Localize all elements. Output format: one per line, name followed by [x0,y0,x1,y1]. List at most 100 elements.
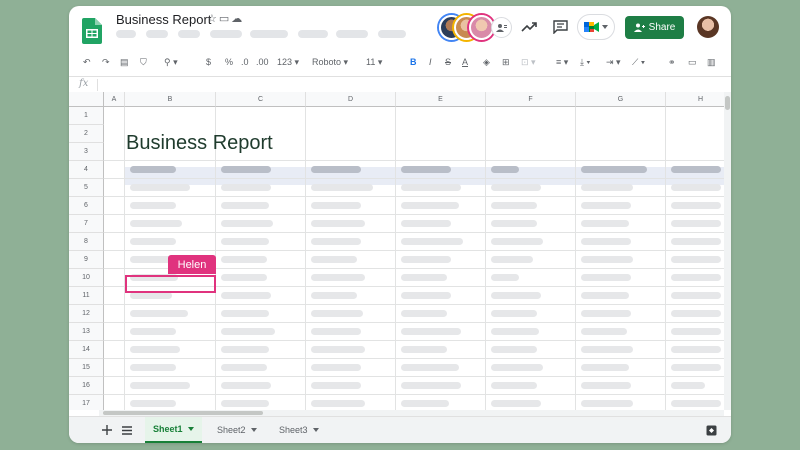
cell-placeholder [581,256,633,263]
decrease-decimal-button[interactable]: .0 [241,57,249,67]
row-header-15[interactable]: 15 [69,359,104,377]
menu-item[interactable] [116,30,136,38]
horizontal-align-icon[interactable]: ≡ ▾ [556,57,568,68]
text-color-button[interactable]: A [462,57,468,67]
row-header-14[interactable]: 14 [69,341,104,359]
insert-chart-icon[interactable]: ▥ [707,57,716,68]
cell-placeholder [221,274,267,281]
select-all-corner[interactable] [69,92,104,107]
cell-placeholder [221,256,267,263]
column-header-a[interactable]: A [104,92,125,107]
row-header-2[interactable]: 2 [69,125,104,143]
account-avatar[interactable] [697,16,719,38]
activity-trend-icon[interactable] [519,17,539,37]
menu-item[interactable] [250,30,288,38]
column-header-c[interactable]: C [216,92,306,107]
text-rotation-icon[interactable]: ⟋ ▾ [632,57,645,68]
chevron-down-icon[interactable] [312,428,319,432]
row-header-1[interactable]: 1 [69,107,104,125]
insert-comment-icon[interactable]: ▭ [688,57,697,68]
italic-button[interactable]: I [429,57,432,67]
cell-placeholder [401,400,449,407]
row-header-6[interactable]: 6 [69,197,104,215]
sheet-tab[interactable]: Sheet2 [209,417,265,443]
redo-icon[interactable]: ↷ [102,57,110,68]
font-size-select[interactable]: 11 ▾ [366,57,382,68]
sheet-tab-label: Sheet2 [217,425,246,435]
merge-cells-icon[interactable]: ⊡ ▾ [521,57,536,68]
cell-placeholder [311,310,363,317]
meet-button[interactable] [577,14,615,40]
percent-button[interactable]: % [225,57,233,67]
menu-item[interactable] [146,30,168,38]
row-header-8[interactable]: 8 [69,233,104,251]
grid-row-line [104,160,724,161]
row-header-5[interactable]: 5 [69,179,104,197]
row-header-10[interactable]: 10 [69,269,104,287]
row-header-16[interactable]: 16 [69,377,104,395]
vertical-scrollbar[interactable] [724,92,731,410]
bold-button[interactable]: B [410,57,417,67]
sheet-tab[interactable]: Sheet3 [271,417,327,443]
column-header-d[interactable]: D [306,92,396,107]
cell-placeholder [491,382,537,389]
sheet-tab-label: Sheet1 [153,424,183,434]
sheets-logo-icon[interactable] [82,18,102,44]
column-header-g[interactable]: G [576,92,666,107]
cloud-saved-icon[interactable]: ☁ [231,13,244,25]
fill-color-icon[interactable]: ◈ [483,57,490,68]
undo-icon[interactable]: ↶ [83,57,91,68]
column-header-b[interactable]: B [125,92,216,107]
horizontal-scroll-thumb[interactable] [103,411,263,415]
vertical-scroll-thumb[interactable] [725,96,730,110]
increase-decimal-button[interactable]: .00 [256,57,269,67]
menu-item[interactable] [298,30,328,38]
grid-column-line [485,107,486,410]
menu-item[interactable] [378,30,406,38]
column-header-f[interactable]: F [486,92,576,107]
row-header-3[interactable]: 3 [69,143,104,161]
number-format-button[interactable]: 123 ▾ [277,57,299,68]
comments-icon[interactable] [550,17,570,37]
paint-format-icon[interactable]: ⛉ [140,57,147,68]
spreadsheet-grid[interactable]: A B C D E F G H 1 2 3 4 5 6 7 8 9 10 11 12 13 14 15 16 17 Busines… [69,92,724,410]
move-to-folder-icon[interactable]: ▭ [219,13,231,25]
chevron-down-icon[interactable] [250,428,257,432]
column-header-h[interactable]: H [666,92,724,107]
sheet-title-cell[interactable]: Business Report [126,132,273,155]
row-header-4[interactable]: 4 [69,161,104,179]
text-wrap-icon[interactable]: ⇥ ▾ [606,57,621,68]
currency-button[interactable]: $ [206,57,211,67]
menu-item[interactable] [178,30,200,38]
cell-placeholder [671,346,721,353]
sheet-tab[interactable]: Sheet1 [145,417,202,443]
row-header-17[interactable]: 17 [69,395,104,410]
zoom-icon[interactable]: ⚲ ▾ [164,57,178,68]
row-header-13[interactable]: 13 [69,323,104,341]
add-sheet-icon[interactable] [99,422,115,438]
share-button[interactable]: Share [625,16,684,39]
font-select[interactable]: Roboto ▾ [312,57,348,68]
insert-link-icon[interactable]: ⚭ [668,57,676,68]
menu-item[interactable] [336,30,368,38]
cell-placeholder [491,256,533,263]
collaborator-selected-cell[interactable] [125,275,216,293]
chevron-down-icon[interactable] [187,427,194,431]
explore-icon[interactable] [703,422,719,438]
vertical-align-icon[interactable]: ⤓ ▾ [580,57,590,68]
star-icon[interactable]: ☆ [207,13,219,25]
row-header-7[interactable]: 7 [69,215,104,233]
column-header-e[interactable]: E [396,92,486,107]
menu-item[interactable] [210,30,242,38]
print-icon[interactable]: ▤ [120,57,129,68]
strikethrough-button[interactable]: S [445,57,451,67]
more-collaborators-icon[interactable] [491,17,512,38]
borders-icon[interactable]: ⊞ [502,57,510,68]
cell-placeholder [130,328,176,335]
row-header-12[interactable]: 12 [69,305,104,323]
all-sheets-icon[interactable] [119,422,135,438]
row-header-9[interactable]: 9 [69,251,104,269]
document-title[interactable]: Business Report [116,12,211,27]
row-header-11[interactable]: 11 [69,287,104,305]
cell-placeholder [581,328,627,335]
